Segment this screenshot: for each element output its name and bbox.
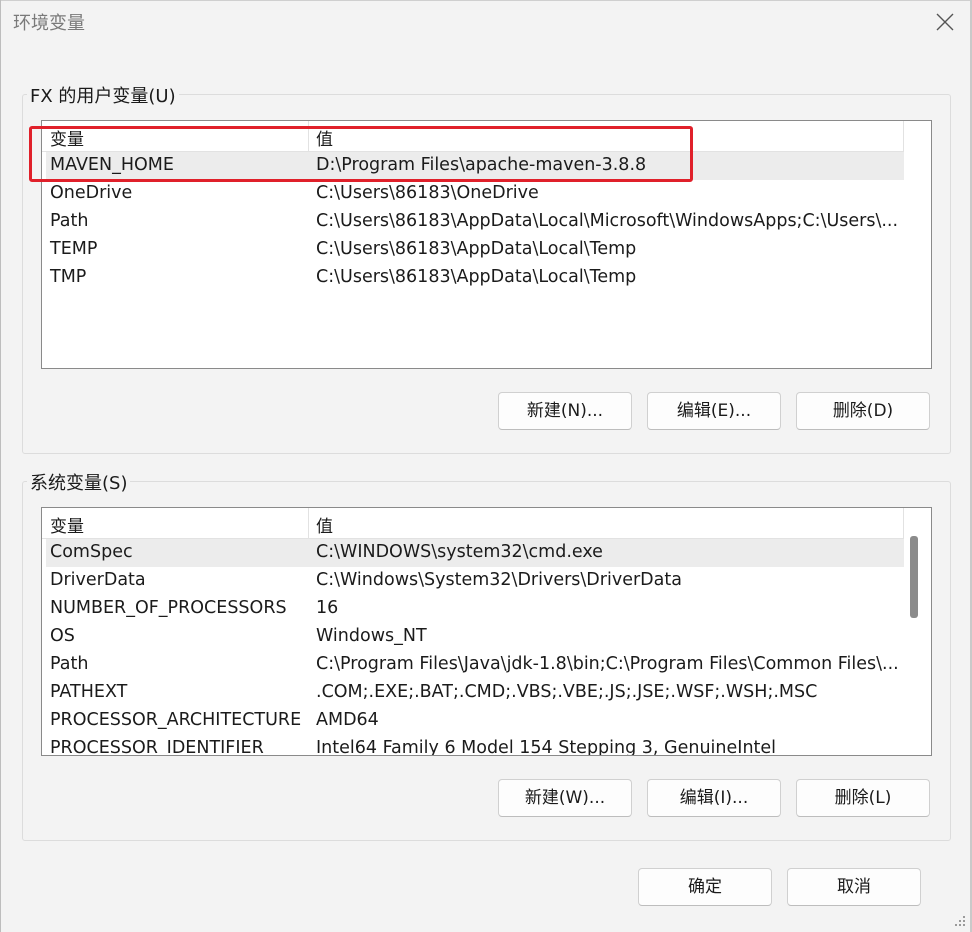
var-value: C:\Program Files\Java\jdk-1.8\bin;C:\Pro… xyxy=(316,654,899,674)
user-variables-list[interactable]: 变量 值 MAVEN_HOME D:\Program Files\apache-… xyxy=(41,120,932,369)
column-separator[interactable] xyxy=(308,508,309,538)
column-separator-end xyxy=(903,508,904,538)
system-var-row[interactable]: OS Windows_NT xyxy=(46,623,904,651)
var-name: DriverData xyxy=(50,570,146,590)
system-var-row[interactable]: DriverData C:\Windows\System32\Drivers\D… xyxy=(46,567,904,595)
list-header: 变量 值 xyxy=(42,508,904,539)
system-edit-button[interactable]: 编辑(I)... xyxy=(647,779,781,817)
ok-button[interactable]: 确定 xyxy=(638,868,772,906)
var-name: PROCESSOR_ARCHITECTURE xyxy=(50,710,302,730)
var-value: C:\Windows\System32\Drivers\DriverData xyxy=(316,570,682,590)
column-separator-end xyxy=(903,121,904,151)
system-new-button[interactable]: 新建(W)... xyxy=(498,779,632,817)
close-button[interactable] xyxy=(925,5,965,39)
user-var-row[interactable]: OneDrive C:\Users\86183\OneDrive xyxy=(46,180,904,208)
var-name: Path xyxy=(50,654,89,674)
cancel-button[interactable]: 取消 xyxy=(787,868,921,906)
window-left-edge xyxy=(0,0,1,932)
user-new-button[interactable]: 新建(N)... xyxy=(498,392,632,430)
var-value: 16 xyxy=(316,598,339,618)
var-value: C:\Users\86183\AppData\Local\Temp xyxy=(316,267,637,287)
var-name: PROCESSOR_IDENTIFIER xyxy=(50,738,264,756)
user-variables-label: FX 的用户变量(U) xyxy=(27,82,179,108)
column-header-value[interactable]: 值 xyxy=(316,125,333,150)
resize-grip-icon[interactable] xyxy=(951,912,967,928)
var-value: Windows_NT xyxy=(316,626,427,646)
column-header-variable[interactable]: 变量 xyxy=(50,512,84,537)
var-value: C:\WINDOWS\system32\cmd.exe xyxy=(316,542,603,562)
column-separator[interactable] xyxy=(308,121,309,151)
system-var-row[interactable]: PATHEXT .COM;.EXE;.BAT;.CMD;.VBS;.VBE;.J… xyxy=(46,679,904,707)
var-name: ComSpec xyxy=(50,542,133,562)
var-name: TEMP xyxy=(50,239,98,259)
column-header-value[interactable]: 值 xyxy=(316,512,333,537)
system-variables-list[interactable]: 变量 值 ComSpec C:\WINDOWS\system32\cmd.exe… xyxy=(41,507,932,756)
var-name: MAVEN_HOME xyxy=(50,155,174,175)
window-title: 环境变量 xyxy=(13,13,85,34)
system-var-row[interactable]: PROCESSOR_ARCHITECTURE AMD64 xyxy=(46,707,904,735)
system-var-row[interactable]: PROCESSOR_IDENTIFIER Intel64 Family 6 Mo… xyxy=(46,735,904,756)
user-edit-button[interactable]: 编辑(E)... xyxy=(647,392,781,430)
column-header-variable[interactable]: 变量 xyxy=(50,125,84,150)
user-var-row[interactable]: TMP C:\Users\86183\AppData\Local\Temp xyxy=(46,264,904,292)
close-icon xyxy=(936,13,954,31)
var-value: Intel64 Family 6 Model 154 Stepping 3, G… xyxy=(316,738,777,756)
system-variables-label: 系统变量(S) xyxy=(27,469,131,495)
system-delete-button[interactable]: 删除(L) xyxy=(796,779,930,817)
user-var-row[interactable]: Path C:\Users\86183\AppData\Local\Micros… xyxy=(46,208,904,236)
var-value: D:\Program Files\apache-maven-3.8.8 xyxy=(316,155,647,175)
var-name: NUMBER_OF_PROCESSORS xyxy=(50,598,287,618)
var-value: .COM;.EXE;.BAT;.CMD;.VBS;.VBE;.JS;.JSE;.… xyxy=(316,682,818,702)
system-var-row[interactable]: NUMBER_OF_PROCESSORS 16 xyxy=(46,595,904,623)
var-value: C:\Users\86183\OneDrive xyxy=(316,183,539,203)
var-name: OS xyxy=(50,626,75,646)
var-value: AMD64 xyxy=(316,710,379,730)
system-var-row[interactable]: ComSpec C:\WINDOWS\system32\cmd.exe xyxy=(46,539,904,567)
var-value: C:\Users\86183\AppData\Local\Temp xyxy=(316,239,637,259)
var-value: C:\Users\86183\AppData\Local\Microsoft\W… xyxy=(316,211,899,231)
user-var-row[interactable]: TEMP C:\Users\86183\AppData\Local\Temp xyxy=(46,236,904,264)
var-name: OneDrive xyxy=(50,183,133,203)
system-var-row[interactable]: Path C:\Program Files\Java\jdk-1.8\bin;C… xyxy=(46,651,904,679)
var-name: TMP xyxy=(50,267,87,287)
var-name: PATHEXT xyxy=(50,682,128,702)
var-name: Path xyxy=(50,211,89,231)
user-var-row[interactable]: MAVEN_HOME D:\Program Files\apache-maven… xyxy=(46,152,904,180)
user-delete-button[interactable]: 删除(D) xyxy=(796,392,930,430)
list-header: 变量 值 xyxy=(42,121,904,152)
vertical-scrollbar-thumb[interactable] xyxy=(910,536,918,618)
window-top-edge xyxy=(0,0,972,1)
